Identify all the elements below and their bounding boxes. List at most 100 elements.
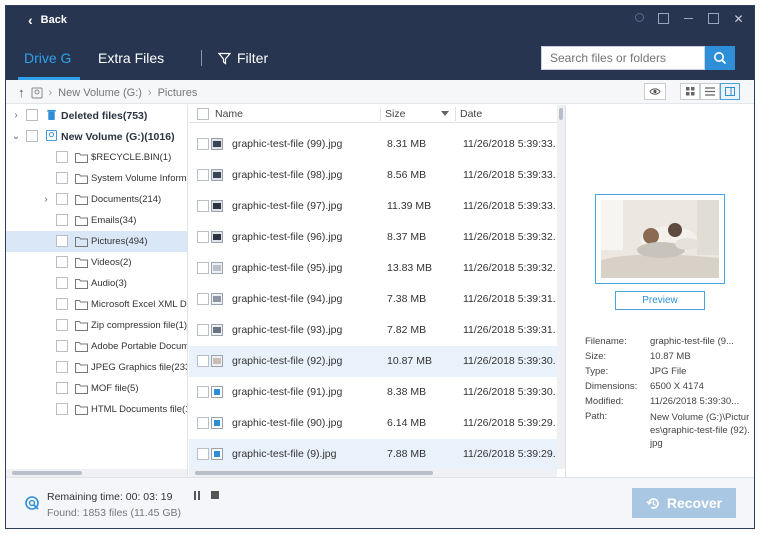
checkbox[interactable] xyxy=(26,109,38,121)
tree-label: MOF file(5) xyxy=(91,383,139,394)
column-header-date[interactable]: Date xyxy=(460,108,482,120)
tree-folder[interactable]: Microsoft Excel XML Do xyxy=(6,294,187,315)
maximize-icon[interactable] xyxy=(708,13,719,24)
checkbox[interactable] xyxy=(56,298,68,310)
breadcrumb-folder[interactable]: Pictures xyxy=(158,87,198,99)
file-size: 8.56 MB xyxy=(387,169,427,181)
file-name: graphic-test-file (9).jpg xyxy=(232,448,337,460)
photo-illustration xyxy=(601,200,719,278)
tree-label: Microsoft Excel XML Do xyxy=(91,299,188,310)
tree-folder[interactable]: Adobe Portable Docume xyxy=(6,336,187,357)
tree-folder[interactable]: MOF file(5) xyxy=(6,378,187,399)
checkbox[interactable] xyxy=(56,151,68,163)
file-row[interactable]: graphic-test-file (96).jpg 8.37 MB 11/26/2… xyxy=(189,222,557,253)
grid-view-button[interactable] xyxy=(680,83,700,100)
list-view-button[interactable] xyxy=(700,83,720,100)
file-row[interactable]: graphic-test-file (98).jpg 8.56 MB 11/26/2… xyxy=(189,160,557,191)
checkbox[interactable] xyxy=(56,382,68,394)
pause-icon[interactable] xyxy=(193,491,201,500)
file-row[interactable]: graphic-test-file (94).jpg 7.38 MB 11/26/2… xyxy=(189,284,557,315)
checkbox[interactable] xyxy=(197,138,209,150)
file-row[interactable]: graphic-test-file (95).jpg 13.83 MB 11/26/… xyxy=(189,253,557,284)
checkbox[interactable] xyxy=(56,277,68,289)
file-row[interactable]: graphic-test-file (91).jpg 8.38 MB 11/26/2… xyxy=(189,377,557,408)
tree-label: Documents(214) xyxy=(91,194,162,205)
tree-root-volume[interactable]: ⌄ New Volume (G:)(1016) xyxy=(6,126,187,147)
checkbox[interactable] xyxy=(56,172,68,184)
checkbox[interactable] xyxy=(197,231,209,243)
scrollbar-thumb[interactable] xyxy=(559,108,563,120)
checkbox[interactable] xyxy=(197,386,209,398)
checkbox[interactable] xyxy=(197,355,209,367)
tree-folder[interactable]: Videos(2) xyxy=(6,252,187,273)
file-list-vertical-scrollbar[interactable] xyxy=(557,105,565,469)
tree-folder[interactable]: Emails(34) xyxy=(6,210,187,231)
file-row[interactable]: graphic-test-file (99).jpg 8.31 MB 11/26/2… xyxy=(189,129,557,160)
filter-button[interactable]: Filter xyxy=(218,50,268,66)
tree-root-deleted[interactable]: › Deleted files(753) xyxy=(6,105,187,126)
tree-folder[interactable]: Audio(3) xyxy=(6,273,187,294)
tree-folder-selected[interactable]: Pictures(494) xyxy=(6,231,187,252)
file-row[interactable]: graphic-test-file (97).jpg 11.39 MB 11/26/… xyxy=(189,191,557,222)
file-row[interactable]: graphic-test-file (90).jpg 6.14 MB 11/26/2… xyxy=(189,408,557,439)
chevron-right-icon[interactable]: › xyxy=(41,194,51,205)
preview-toggle-button[interactable] xyxy=(644,83,666,100)
column-divider[interactable] xyxy=(455,107,456,121)
checkbox[interactable] xyxy=(56,256,68,268)
preview-button[interactable]: Preview xyxy=(615,291,705,310)
property-path: New Volume (G:)\Pictures\graphic-test-fi… xyxy=(650,412,750,449)
tree-folder[interactable]: $RECYCLE.BIN(1) xyxy=(6,147,187,168)
column-divider[interactable] xyxy=(380,107,381,121)
recover-button[interactable]: Recover xyxy=(632,488,736,518)
file-row-selected[interactable]: graphic-test-file (92).jpg 10.87 MB 11/26/… xyxy=(189,346,557,377)
checkbox[interactable] xyxy=(197,200,209,212)
search-input[interactable] xyxy=(541,46,705,70)
checkbox[interactable] xyxy=(56,235,68,247)
checkbox[interactable] xyxy=(56,403,68,415)
file-row[interactable]: graphic-test-file (93).jpg 7.82 MB 11/26/2… xyxy=(189,315,557,346)
tree-folder[interactable]: › Documents(214) xyxy=(6,189,187,210)
up-arrow-icon[interactable]: ↑ xyxy=(18,85,25,100)
checkbox[interactable] xyxy=(197,262,209,274)
pin-icon[interactable] xyxy=(635,13,644,22)
tree-horizontal-scrollbar[interactable] xyxy=(6,469,188,477)
checkbox[interactable] xyxy=(197,324,209,336)
breadcrumb-volume[interactable]: New Volume (G:) xyxy=(58,87,142,99)
scrollbar-thumb[interactable] xyxy=(195,471,433,475)
stop-icon[interactable] xyxy=(211,491,219,499)
checkbox[interactable] xyxy=(197,417,209,429)
tab-extra-files[interactable]: Extra Files xyxy=(98,50,164,66)
checkbox[interactable] xyxy=(56,214,68,226)
search-button[interactable] xyxy=(705,46,735,70)
checkbox[interactable] xyxy=(197,448,209,460)
chevron-down-icon[interactable]: ⌄ xyxy=(11,131,21,142)
select-all-checkbox[interactable] xyxy=(197,108,209,120)
tree-folder[interactable]: System Volume Informa xyxy=(6,168,187,189)
tree-folder[interactable]: HTML Documents file(1 xyxy=(6,399,187,420)
file-list-horizontal-scrollbar[interactable] xyxy=(189,469,557,477)
close-icon[interactable]: ✕ xyxy=(733,12,744,26)
minimize-icon[interactable] xyxy=(683,13,694,24)
checkbox[interactable] xyxy=(26,130,38,142)
column-header-name[interactable]: Name xyxy=(215,108,243,120)
detail-view-button[interactable] xyxy=(720,83,740,100)
checkbox[interactable] xyxy=(197,293,209,305)
folder-icon xyxy=(75,300,88,310)
scrollbar-thumb[interactable] xyxy=(12,471,82,475)
tree-folder[interactable]: JPEG Graphics file(233) xyxy=(6,357,187,378)
checkbox[interactable] xyxy=(56,361,68,373)
tab-drive[interactable]: Drive G xyxy=(24,50,71,66)
checkbox[interactable] xyxy=(56,340,68,352)
file-row[interactable]: graphic-test-file (9).jpg 7.88 MB 11/26/20… xyxy=(189,439,557,470)
restore-icon[interactable] xyxy=(658,13,669,24)
tab-bar: Drive G Extra Files Filter xyxy=(6,36,754,80)
checkbox[interactable] xyxy=(56,319,68,331)
checkbox[interactable] xyxy=(197,169,209,181)
column-header-size[interactable]: Size xyxy=(385,108,405,120)
checkbox[interactable] xyxy=(56,193,68,205)
back-button[interactable]: ‹ Back xyxy=(28,13,67,27)
file-size: 8.37 MB xyxy=(387,231,427,243)
tree-folder[interactable]: Zip compression file(1) xyxy=(6,315,187,336)
tree-label: Adobe Portable Docume xyxy=(91,341,188,352)
chevron-right-icon[interactable]: › xyxy=(11,110,21,121)
